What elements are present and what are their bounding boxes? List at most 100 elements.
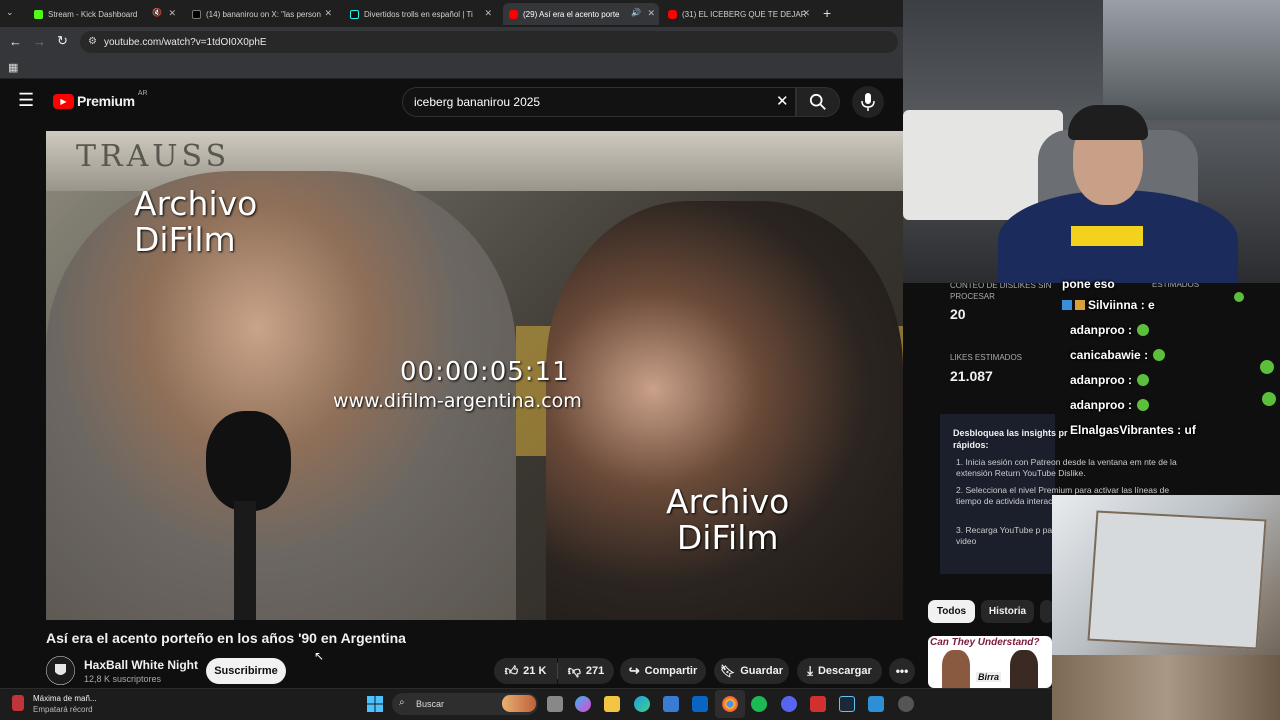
weather-line1: Máxima de mañ... (33, 694, 97, 703)
unprocessed-dislikes-value: 20 (950, 306, 966, 322)
tab-title: Stream - Kick Dashboard (48, 9, 138, 19)
x-icon (192, 9, 201, 19)
microphone-icon (861, 93, 875, 111)
share-button[interactable]: ↪ Compartir (620, 658, 706, 684)
emote-icon (1234, 292, 1244, 302)
app-icon[interactable] (810, 696, 826, 712)
windows-start-icon[interactable] (367, 696, 383, 712)
youtube-logo[interactable]: ▶ Premium AR (53, 90, 148, 109)
unprocessed-dislikes-label: CONTEO DE DISLIKES SIN PROCESAR (950, 281, 1052, 301)
chat-text: : e (1140, 297, 1155, 312)
stream-chat-overlay: pone eso Silviinna : e adanproo : canica… (1062, 275, 1222, 442)
tab-x-bananirou[interactable]: (14) bananirou on X: "las person ✕ (186, 3, 336, 25)
mouse-cursor-icon: ↖ (314, 649, 325, 663)
more-actions-button[interactable]: ••• (889, 658, 915, 684)
weather-widget[interactable]: Máxima de mañ... Empatará récord (33, 693, 97, 715)
webcam-jersey-sponsor (1071, 226, 1143, 246)
mute-icon[interactable]: 🔇 (152, 8, 162, 17)
watermark-top: Archivo DiFilm (134, 184, 258, 260)
chat-text: : (1144, 347, 1149, 362)
thumbnail-title: Can They Understand? (930, 637, 1040, 648)
clear-search-icon[interactable]: ✕ (776, 92, 789, 110)
more-icon: ••• (895, 664, 909, 678)
site-info-icon[interactable]: ⚙ (88, 36, 97, 47)
related-video-thumbnail[interactable]: Can They Understand? Birra (928, 636, 1052, 688)
close-tab-icon[interactable]: ✕ (168, 8, 176, 19)
youtube-icon (668, 9, 677, 19)
tab-kick-dashboard[interactable]: Stream - Kick Dashboard 🔇 ✕ (28, 3, 180, 25)
shield-icon (46, 656, 75, 685)
tab-title: (31) EL ICEBERG QUE TE DEJAR (682, 9, 807, 19)
chat-username: pone eso (1062, 276, 1115, 291)
chat-message: adanproo : (1062, 367, 1222, 392)
apps-grid-icon[interactable]: ▦ (8, 61, 18, 74)
close-tab-icon[interactable]: ✕ (647, 8, 655, 19)
like-button[interactable]: 👍︎ 21 K (494, 658, 557, 684)
insights-title-line2: rápidos: (953, 440, 989, 450)
webcam-cap (1068, 105, 1148, 140)
spotify-icon[interactable] (751, 696, 767, 712)
weather-icon[interactable] (12, 695, 24, 711)
tiktok-icon (350, 9, 359, 19)
save-button[interactable]: 🔖︎ Guardar (714, 658, 789, 684)
tab-youtube-iceberg[interactable]: (31) EL ICEBERG QUE TE DEJAR ✕ (662, 3, 814, 25)
search-highlight-icon (502, 695, 536, 712)
back-icon[interactable]: ← (9, 34, 22, 49)
microphone-handle-shape (234, 501, 256, 620)
chip-todos[interactable]: Todos (928, 600, 975, 623)
thumbnail-person (942, 650, 970, 688)
close-tab-icon[interactable]: ✕ (484, 8, 492, 19)
task-view-icon[interactable] (547, 696, 563, 712)
chat-username: adanproo (1070, 397, 1125, 412)
chat-message: pone eso (1062, 275, 1222, 292)
close-tab-icon[interactable]: ✕ (324, 8, 332, 19)
insights-step-1: 1. Inicia sesión con Patreon desde la ve… (956, 457, 1177, 478)
voice-search-button[interactable] (852, 86, 884, 118)
tab-title: (29) Así era el acento porte (523, 9, 620, 19)
copilot-icon[interactable] (575, 696, 591, 712)
close-tab-icon[interactable]: ✕ (802, 8, 810, 19)
chip-historia[interactable]: Historia (981, 600, 1034, 623)
bookmark-icon: 🔖︎ (719, 664, 736, 678)
search-button[interactable] (796, 87, 840, 117)
dislike-button[interactable]: 👎︎ 271 (558, 658, 614, 684)
video-player[interactable]: TRAUSS Archivo DiFilm 00:00:05:11 www.di… (46, 131, 903, 620)
tab-tiktok-trolls[interactable]: Divertidos trolls en español | Ti ✕ (344, 3, 496, 25)
discord-icon[interactable] (781, 696, 797, 712)
secondary-video-overlay (1052, 495, 1280, 720)
search-input-value[interactable]: iceberg bananirou 2025 (414, 95, 540, 109)
tab-list-icon[interactable]: ⌄ (6, 7, 14, 18)
search-icon: ⌕ (399, 697, 405, 708)
reload-icon[interactable]: ↻ (57, 33, 68, 49)
emote-icon (1137, 398, 1150, 411)
store-icon[interactable] (663, 696, 679, 712)
photos-icon[interactable] (868, 696, 884, 712)
edge-icon[interactable] (634, 696, 650, 712)
youtube-icon (509, 9, 518, 19)
forward-icon[interactable]: → (33, 34, 46, 49)
channel-avatar[interactable] (46, 656, 75, 685)
download-button[interactable]: ⤓ Descargar (797, 658, 882, 684)
url-text[interactable]: youtube.com/watch?v=1tdOI0X0phE (104, 37, 267, 48)
video-title: Así era el acento porteño en los años '9… (46, 630, 406, 646)
streamer-webcam (903, 0, 1280, 283)
new-tab-icon[interactable]: + (823, 5, 831, 21)
outlook-icon[interactable] (692, 696, 708, 712)
taskbar-search-placeholder[interactable]: Buscar (416, 699, 444, 709)
save-label: Guardar (740, 665, 784, 677)
like-count: 21 K (523, 665, 547, 677)
file-explorer-icon[interactable] (604, 696, 620, 712)
steam-icon[interactable] (839, 696, 855, 712)
chat-message: adanproo : (1062, 392, 1222, 417)
webcam-window (1103, 0, 1280, 120)
watermark-bottom: Archivo DiFilm (666, 482, 790, 558)
tab-youtube-acento[interactable]: (29) Así era el acento porte 🔊 ✕ (503, 3, 659, 25)
chat-message: canicabawie : (1062, 342, 1222, 367)
speaker-icon[interactable]: 🔊 (631, 8, 641, 17)
hamburger-menu-icon[interactable]: ☰ (18, 90, 34, 111)
chat-message: adanproo : (1062, 317, 1222, 342)
channel-name[interactable]: HaxBall White Night (84, 658, 198, 672)
app-icon[interactable] (898, 696, 914, 712)
tab-title: (14) bananirou on X: "las person (206, 9, 321, 19)
subscribe-button[interactable]: Suscribirme (206, 658, 286, 684)
